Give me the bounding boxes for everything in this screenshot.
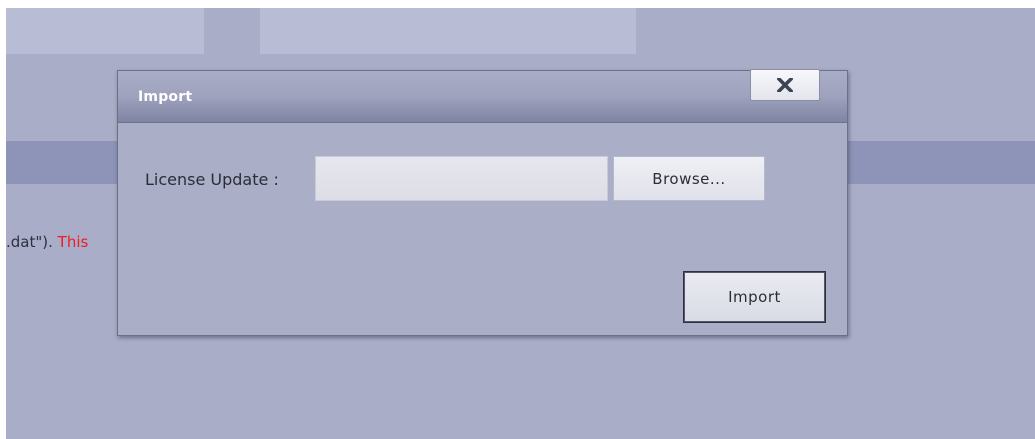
import-dialog: Import License Update : Browse... Import: [117, 69, 848, 336]
status-text-prefix: .dat").: [6, 233, 58, 251]
license-file-input[interactable]: [315, 156, 608, 201]
import-button[interactable]: Import: [683, 271, 826, 323]
status-text-warning: This: [57, 233, 89, 251]
background-status-text: .dat"). This: [6, 232, 88, 252]
background-tab: [6, 8, 204, 54]
dialog-header: Import: [118, 69, 847, 123]
dialog-title: Import: [138, 89, 193, 105]
background-tab: [260, 8, 636, 54]
close-button[interactable]: [750, 69, 820, 101]
close-icon: [777, 78, 793, 92]
browse-button[interactable]: Browse...: [613, 156, 765, 201]
license-update-label: License Update :: [145, 170, 279, 189]
